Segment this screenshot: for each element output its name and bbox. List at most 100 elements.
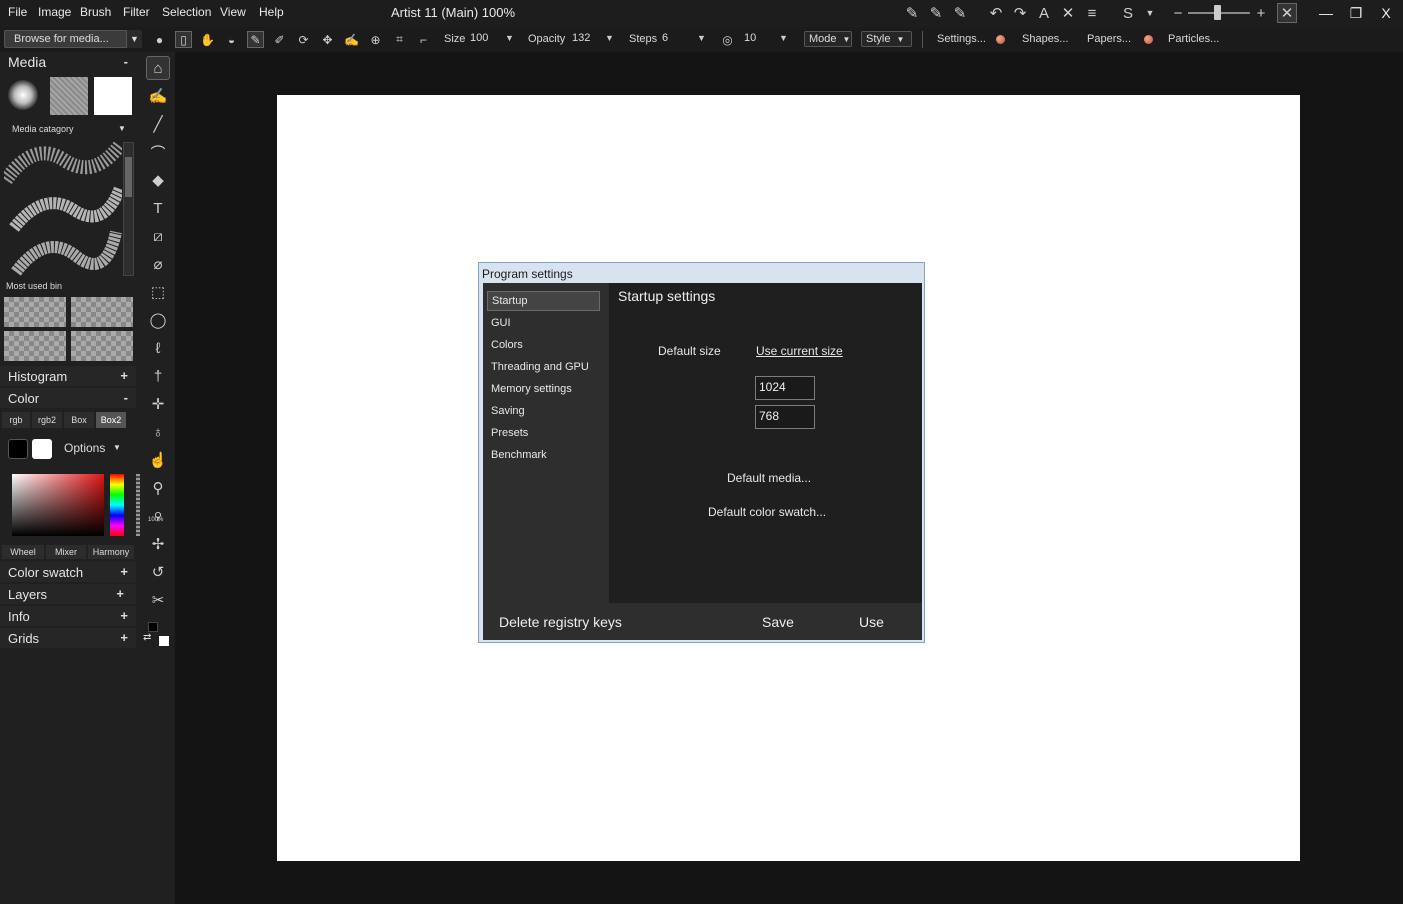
ellipse-select-tool-icon[interactable]: ◯ [146,308,170,332]
particles-button[interactable]: Particles... [1168,33,1219,45]
move-icon[interactable]: ✥ [319,31,336,48]
opacity-dropdown-icon[interactable]: ▼ [605,33,614,43]
tab-box[interactable]: Box [64,412,94,428]
color-collapse-icon[interactable]: - [124,390,128,405]
pan-tool-icon[interactable]: ✢ [146,532,170,556]
color-swatch-expand-icon[interactable]: + [120,564,128,579]
smoothing-dropdown-icon[interactable]: ▼ [779,33,788,43]
bin-slot[interactable] [71,297,133,327]
secondary-color-swatch[interactable] [32,439,52,459]
brush-tool-icon[interactable]: ⌂ [146,56,170,80]
primary-color-swatch[interactable] [8,439,28,459]
menu-file[interactable]: File [8,5,27,19]
default-media-button[interactable]: Default media... [727,471,811,485]
menu-filter[interactable]: Filter [123,5,150,19]
add-icon[interactable]: ⊕ [367,31,384,48]
fill-tool-icon[interactable]: ◆ [146,168,170,192]
media-category-label[interactable]: Media catagory [12,124,74,134]
zoom-tool-icon[interactable]: ⚲ [146,504,170,528]
brush-preset-3-icon[interactable]: ✎ [950,3,970,23]
brush-preset-1-icon[interactable]: ✎ [902,3,922,23]
grid-snap-icon[interactable]: ⌗ [391,31,408,48]
tab-rgb[interactable]: rgb [2,412,30,428]
settings-button[interactable]: Settings... [937,33,986,45]
media-scrollbar[interactable] [123,142,134,276]
steps-input[interactable]: 6 [662,32,692,47]
mode-dropdown[interactable]: Mode ▼ [804,31,852,47]
nav-memory-settings[interactable]: Memory settings [487,379,600,399]
pen-pressure-icon[interactable]: ✐ [271,31,288,48]
fullscreen-icon[interactable]: ✕ [1277,3,1297,23]
restore-icon[interactable]: ❐ [1343,3,1369,23]
nav-colors[interactable]: Colors [487,335,600,355]
media-scrollbar-thumb[interactable] [125,157,132,197]
menu-image[interactable]: Image [38,5,71,19]
round-brush-icon[interactable]: ● [151,31,168,48]
smudge-tool-icon[interactable]: ☝ [146,448,170,472]
media-panel-header[interactable]: Media - [0,52,136,72]
media-category-dropdown-icon[interactable]: ▼ [118,124,126,133]
magic-wand-tool-icon[interactable]: † [146,364,170,388]
pencil-tip-icon[interactable]: ▯ [175,31,192,48]
default-width-input[interactable]: 1024 [755,376,815,400]
minimize-icon[interactable]: — [1313,3,1339,23]
nav-threading-gpu[interactable]: Threading and GPU [487,357,600,377]
brush-tip-preview[interactable] [8,80,38,110]
tab-rgb2[interactable]: rgb2 [32,412,62,428]
size-dropdown-icon[interactable]: ▼ [505,33,514,43]
color-panel-header[interactable]: Color - [0,388,136,408]
canvas-color-preview[interactable] [94,77,132,115]
foreground-color-mini[interactable] [148,622,158,632]
layers-stack-icon[interactable]: ≡ [1082,3,1102,23]
menu-help[interactable]: Help [259,5,284,19]
browse-media-dropdown-icon[interactable]: ▼ [126,30,142,48]
transform-tool-icon[interactable]: ⧄ [146,224,170,248]
opacity-input[interactable]: 132 [572,32,602,47]
style-dropdown[interactable]: Style ▼ [861,31,912,47]
close-icon[interactable]: X [1373,3,1399,23]
lasso-tool-icon[interactable]: ℓ [146,336,170,360]
freehand-tool-icon[interactable]: ✍ [146,84,170,108]
histogram-panel-header[interactable]: Histogram + [0,366,136,386]
info-expand-icon[interactable]: + [120,608,128,623]
nav-startup[interactable]: Startup [487,291,600,311]
symmetry-icon[interactable]: ✕ [1058,3,1078,23]
script-dropdown-icon[interactable]: ▼ [1140,3,1160,23]
move-tool-icon[interactable]: ✛ [146,392,170,416]
eyedropper-tool-icon[interactable]: ⚲ [146,476,170,500]
bin-slot[interactable] [71,331,133,361]
zoom-slider-thumb[interactable] [1214,5,1221,20]
histogram-expand-icon[interactable]: + [120,368,128,383]
pen-icon[interactable]: ✎ [247,31,264,48]
delete-registry-keys-button[interactable]: Delete registry keys [499,614,622,630]
tab-mixer[interactable]: Mixer [46,545,86,559]
smoothing-input[interactable]: 10 [744,32,774,47]
nav-benchmark[interactable]: Benchmark [487,445,600,465]
save-button[interactable]: Save [762,614,794,630]
paper-texture-preview[interactable] [50,77,88,115]
saturation-value-box[interactable] [12,474,104,536]
rotate-view-tool-icon[interactable]: ↺ [146,560,170,584]
hue-strip[interactable] [110,474,124,536]
use-button[interactable]: Use [859,614,884,630]
use-current-size-link[interactable]: Use current size [756,344,843,358]
brush-stroke-list[interactable] [4,140,122,278]
smudge-icon[interactable]: ◒ [223,31,240,48]
edit-icon[interactable]: ✍ [343,31,360,48]
menu-brush[interactable]: Brush [80,5,111,19]
background-color-mini[interactable] [159,636,169,646]
bin-slot[interactable] [4,297,66,327]
options-dropdown[interactable]: Options [64,441,105,455]
undo-icon[interactable]: ↶ [986,3,1006,23]
default-height-input[interactable]: 768 [755,405,815,429]
grids-panel-header[interactable]: Grids + [0,628,136,648]
nav-saving[interactable]: Saving [487,401,600,421]
options-chevron-icon[interactable]: ▼ [113,443,121,452]
papers-button[interactable]: Papers... [1087,33,1131,45]
color-swatch-panel-header[interactable]: Color swatch + [0,562,136,582]
rect-select-tool-icon[interactable]: ⬚ [146,280,170,304]
shapes-button[interactable]: Shapes... [1022,33,1068,45]
menu-selection[interactable]: Selection [162,5,211,19]
script-icon[interactable]: S [1118,3,1138,23]
clone-tool-icon[interactable]: ♁ [146,420,170,444]
